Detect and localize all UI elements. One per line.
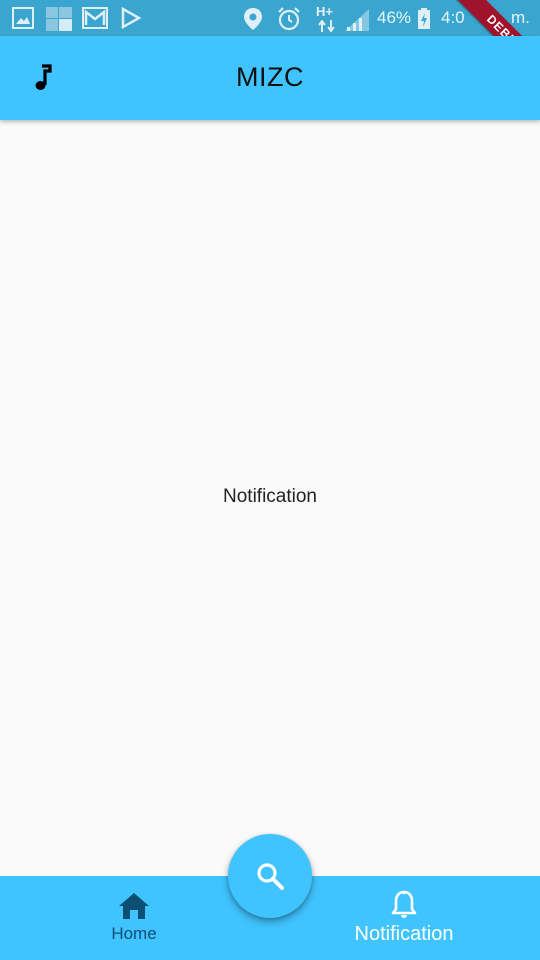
clock-text: 4:0 bbox=[441, 8, 465, 27]
data-arrows-icon bbox=[318, 20, 335, 32]
search-fab-button[interactable] bbox=[228, 834, 312, 918]
bell-icon bbox=[391, 890, 417, 918]
app-bar: MIZC bbox=[0, 36, 540, 120]
signal-icon bbox=[345, 9, 369, 31]
location-icon bbox=[244, 8, 262, 30]
photos-notification-icon bbox=[46, 7, 72, 31]
page-content-text: Notification bbox=[223, 486, 317, 507]
gmail-notification-icon bbox=[82, 7, 108, 29]
battery-percent-text: 46% bbox=[377, 8, 412, 27]
status-bar: H+ 46% 4:0 m. bbox=[0, 0, 540, 36]
app-title: MIZC bbox=[236, 62, 304, 92]
alarm-icon bbox=[278, 7, 300, 31]
search-icon bbox=[257, 863, 284, 890]
battery-charging-icon bbox=[418, 8, 430, 29]
nav-item-notification[interactable]: Notification bbox=[304, 876, 504, 960]
nav-item-home[interactable]: Home bbox=[34, 876, 234, 960]
nav-label-home: Home bbox=[111, 924, 157, 943]
home-icon bbox=[119, 893, 149, 919]
play-store-notification-icon bbox=[121, 7, 142, 29]
clock-suffix-text: m. bbox=[511, 8, 530, 27]
nav-label-notification: Notification bbox=[354, 923, 454, 945]
gallery-notification-icon bbox=[12, 7, 34, 29]
network-type-text: H+ bbox=[316, 4, 333, 19]
